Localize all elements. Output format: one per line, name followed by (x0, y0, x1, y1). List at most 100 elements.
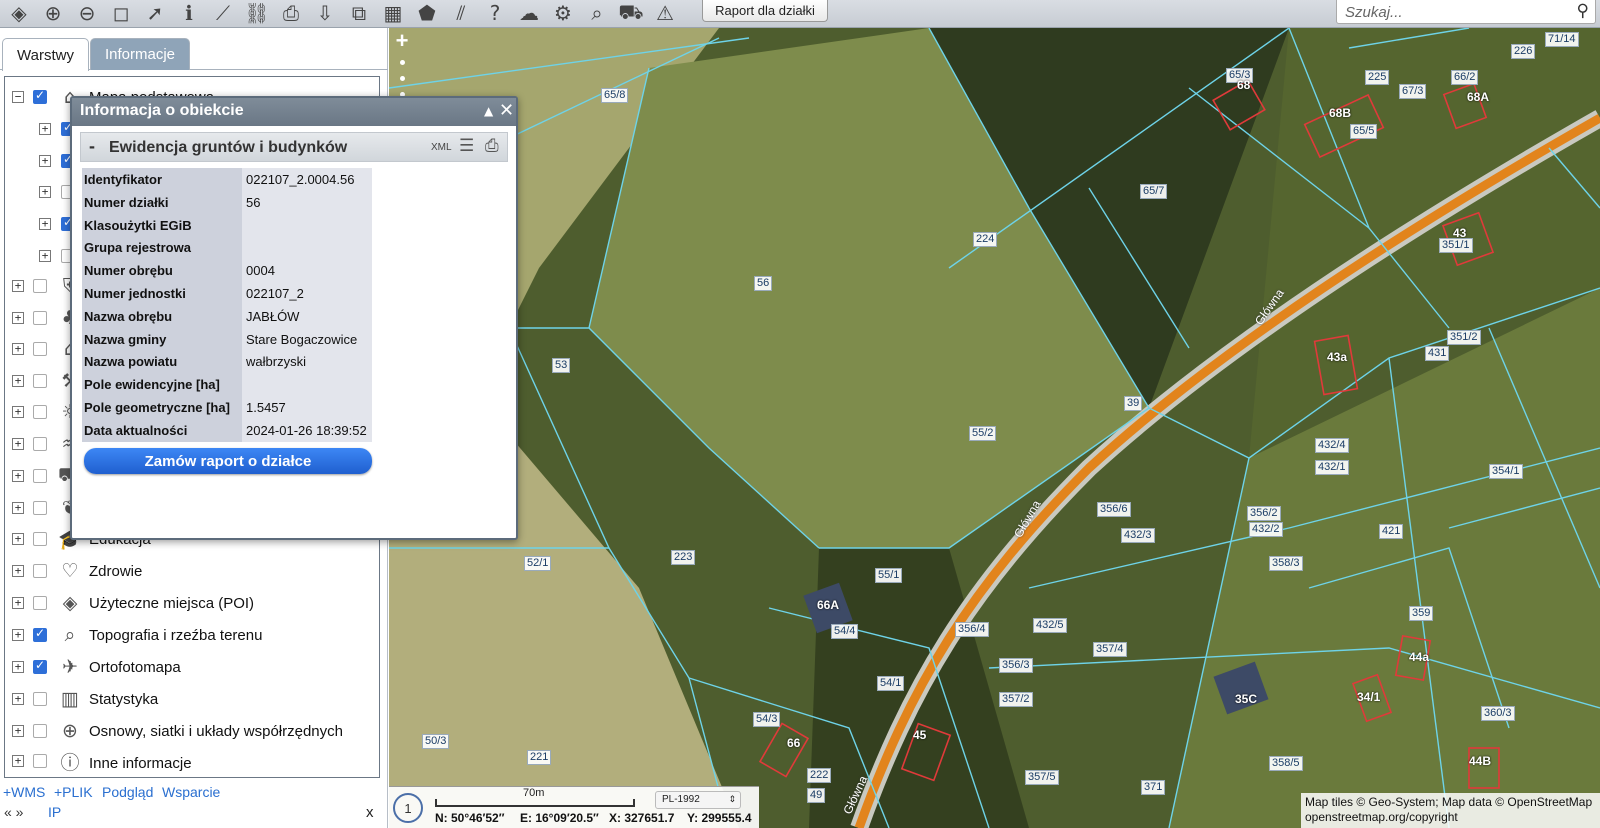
help-icon[interactable]: ? (480, 0, 510, 26)
building-number-label[interactable]: 68B (1329, 106, 1351, 120)
building-number-label[interactable]: 68 (1237, 78, 1250, 92)
parcel-number-label[interactable]: 65/8 (601, 88, 629, 103)
layer-visibility-checkbox[interactable] (33, 692, 47, 706)
layer-label[interactable]: Ortofotomapa (89, 659, 181, 676)
layer-visibility-checkbox[interactable] (33, 596, 47, 610)
layer-visibility-checkbox[interactable] (33, 311, 47, 325)
layer-visibility-checkbox[interactable] (33, 405, 47, 419)
parcel-number-label[interactable]: 226 (1511, 44, 1536, 59)
building-number-label[interactable]: 45 (913, 728, 926, 742)
settings-icon[interactable]: ⚙ (548, 0, 578, 26)
building-number-label[interactable]: 68A (1467, 90, 1489, 104)
expand-toggle[interactable]: + (39, 123, 51, 135)
parcel-number-label[interactable]: 356/4 (955, 622, 989, 637)
download-icon[interactable]: ⇩ (310, 0, 340, 26)
expand-toggle[interactable]: + (39, 155, 51, 167)
parcel-report-button[interactable]: Raport dla działki (702, 0, 828, 22)
parcel-number-label[interactable]: 54/3 (753, 712, 781, 727)
expand-toggle[interactable]: + (12, 280, 24, 292)
parcel-number-label[interactable]: 56 (754, 276, 773, 291)
export-icon[interactable]: ⧉ (344, 0, 374, 26)
layer-visibility-checkbox[interactable] (33, 88, 47, 104)
expand-toggle[interactable]: + (12, 629, 24, 641)
building-number-label[interactable]: 66A (817, 598, 839, 612)
order-report-button[interactable]: Zamów raport o działce (84, 448, 372, 474)
measure-icon[interactable]: ⟋ (208, 0, 238, 26)
step-indicator[interactable]: 1 (393, 793, 423, 823)
parcel-number-label[interactable]: 357/5 (1025, 770, 1059, 785)
attribution-line[interactable]: Map tiles © Geo-System; Map data © OpenS… (1305, 795, 1596, 810)
shape-icon[interactable]: ⬟ (412, 0, 442, 26)
collapse-toggle[interactable]: − (12, 91, 24, 103)
parcel-number-label[interactable]: 55/1 (875, 568, 903, 583)
expand-toggle[interactable]: + (12, 565, 24, 577)
preview-link[interactable]: Podgląd (102, 784, 153, 800)
layer-visibility-checkbox[interactable] (33, 564, 47, 578)
expand-toggle[interactable]: + (12, 470, 24, 482)
expand-toggle[interactable]: + (12, 533, 24, 545)
parcel-number-label[interactable]: 351/1 (1439, 238, 1473, 253)
parcel-number-label[interactable]: 66/2 (1451, 70, 1479, 85)
parcel-number-label[interactable]: 351/2 (1447, 330, 1481, 345)
link-icon[interactable]: ⛓ (242, 0, 272, 26)
layout-icon[interactable]: ▦ (378, 0, 408, 26)
parcel-number-label[interactable]: 49 (807, 788, 826, 803)
layer-label[interactable]: Inne informacje (89, 755, 192, 772)
parcel-number-label[interactable]: 54/4 (831, 624, 859, 639)
parcel-number-label[interactable]: 50/3 (422, 734, 450, 749)
expand-toggle[interactable]: + (12, 438, 24, 450)
parcel-number-label[interactable]: 221 (527, 750, 552, 765)
parcel-number-label[interactable]: 225 (1365, 70, 1390, 85)
add-wms-link[interactable]: +WMS (3, 784, 45, 800)
parcel-number-label[interactable]: 432/3 (1121, 528, 1155, 543)
layer-visibility-checkbox[interactable] (33, 279, 47, 293)
zoom-out-icon[interactable]: ⊖ (72, 0, 102, 26)
section-toggle[interactable]: - (89, 136, 95, 157)
layer-visibility-checkbox[interactable] (33, 626, 47, 642)
parcel-number-label[interactable]: 357/2 (999, 692, 1033, 707)
tab-information[interactable]: Informacje (90, 38, 191, 70)
print-icon[interactable]: ⎙ (276, 0, 306, 26)
layer-visibility-checkbox[interactable] (33, 724, 47, 738)
layer-visibility-checkbox[interactable] (33, 342, 47, 356)
tab-layers[interactable]: Warstwy (2, 38, 89, 71)
layer-label[interactable]: Osnowy, siatki i układy współrzędnych (89, 723, 343, 740)
building-number-label[interactable]: 43a (1327, 350, 1347, 364)
zoom-in-button[interactable]: + (391, 30, 413, 52)
attribution-link[interactable]: openstreetmap.org/copyright (1305, 810, 1596, 825)
expand-toggle[interactable]: + (12, 755, 24, 767)
parcel-number-label[interactable]: 356/2 (1247, 506, 1281, 521)
parcel-number-label[interactable]: 421 (1379, 524, 1404, 539)
close-icon[interactable]: ✕ (499, 100, 514, 121)
layer-visibility-checkbox[interactable] (33, 437, 47, 451)
warning-icon[interactable]: ⚠ (650, 0, 680, 26)
parcel-number-label[interactable]: 359 (1409, 606, 1434, 621)
cart-icon[interactable]: ⛟ (616, 0, 646, 26)
layer-label[interactable]: Zdrowie (89, 563, 142, 580)
expand-toggle[interactable]: + (12, 597, 24, 609)
expand-toggle[interactable]: + (12, 312, 24, 324)
expand-toggle[interactable]: + (12, 661, 24, 673)
parcel-number-label[interactable]: 358/5 (1269, 756, 1303, 771)
layer-visibility-checkbox[interactable] (33, 532, 47, 546)
search-icon[interactable]: ⚲ (1577, 1, 1589, 21)
parcel-number-label[interactable]: 65/7 (1140, 184, 1168, 199)
building-number-label[interactable]: 34/1 (1357, 690, 1380, 704)
xml-export-icon[interactable]: XML (431, 142, 452, 153)
expand-toggle[interactable]: + (39, 218, 51, 230)
zoom-in-icon[interactable]: ⊕ (38, 0, 68, 26)
add-file-link[interactable]: +PLIK (54, 784, 93, 800)
pointer-icon[interactable]: ➚ (140, 0, 170, 26)
search-input[interactable] (1345, 2, 1565, 22)
parcel-number-label[interactable]: 357/4 (1093, 642, 1127, 657)
expand-toggle[interactable]: + (12, 502, 24, 514)
panel-nav-arrows[interactable]: « » (4, 804, 23, 820)
parcel-number-label[interactable]: 360/3 (1481, 706, 1515, 721)
expand-toggle[interactable]: + (39, 186, 51, 198)
close-panel-button[interactable]: x (366, 804, 374, 821)
parcel-number-label[interactable]: 39 (1124, 396, 1143, 411)
parcel-number-label[interactable]: 371 (1141, 780, 1166, 795)
info-icon[interactable]: ℹ (174, 0, 204, 26)
full-extent-icon[interactable]: ◻ (106, 0, 136, 26)
layer-visibility-checkbox[interactable] (33, 658, 47, 674)
